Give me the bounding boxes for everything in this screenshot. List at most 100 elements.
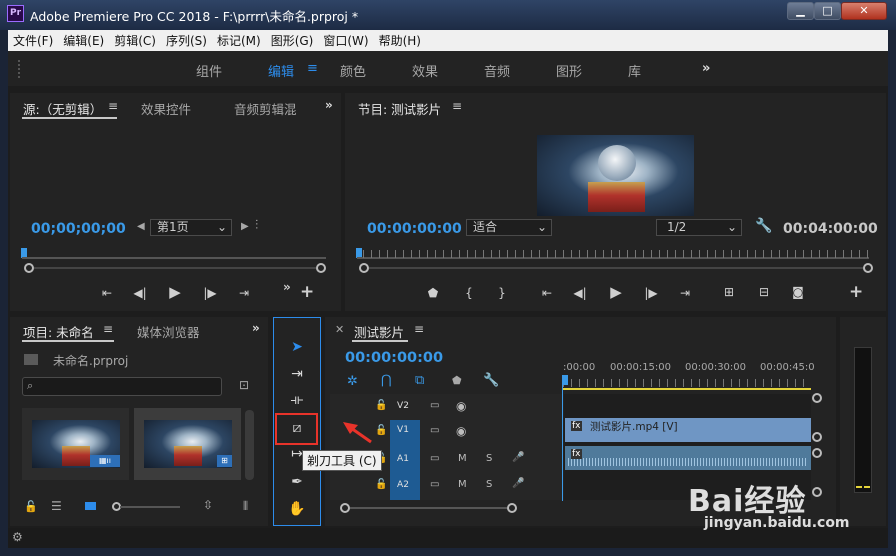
step-back-icon[interactable]: ◀| — [131, 286, 149, 300]
sync-lock-icon[interactable]: ▭ — [430, 425, 439, 436]
prev-page-icon[interactable]: ◀ — [137, 221, 145, 232]
work-area-bar[interactable] — [563, 388, 811, 390]
step-forward-icon[interactable]: |▶ — [642, 286, 660, 300]
go-to-in-icon[interactable]: ⇤ — [538, 286, 556, 300]
export-frame-icon[interactable]: ◙ — [789, 285, 807, 299]
workspace-tab-audio[interactable]: 音频 — [484, 61, 510, 80]
resolution-select[interactable]: 1/2 ⌄ — [656, 219, 742, 236]
mark-out-icon[interactable]: } — [495, 286, 509, 300]
track-label-a2[interactable]: A2 — [392, 475, 414, 495]
track-scroll-handle[interactable] — [812, 393, 822, 403]
eye-icon[interactable]: ◉ — [456, 424, 466, 438]
step-forward-icon[interactable]: |▶ — [201, 286, 219, 300]
ripple-edit-tool-icon[interactable]: ⟛ — [286, 390, 308, 410]
new-bin-icon[interactable]: ⊡ — [239, 378, 249, 392]
nest-icon[interactable]: ✲ — [347, 374, 358, 389]
microphone-icon[interactable]: 🎤 — [512, 452, 524, 463]
menu-window[interactable]: 窗口(W) — [323, 32, 368, 49]
close-button[interactable]: ✕ — [841, 2, 887, 20]
settings-icon[interactable]: ⫶ — [255, 218, 258, 233]
eye-icon[interactable]: ◉ — [456, 399, 466, 413]
next-page-icon[interactable]: ▶ — [241, 221, 249, 232]
workspace-tab-editing[interactable]: 编辑 — [268, 61, 294, 80]
minimize-button[interactable]: ▁ — [787, 2, 814, 20]
snap-icon[interactable]: ⋂ — [381, 373, 392, 388]
add-button-icon[interactable]: + — [849, 284, 863, 301]
lock-icon[interactable]: 🔓 — [24, 500, 38, 513]
workspace-menu-icon[interactable]: ≡ — [307, 61, 318, 76]
pen-tool-icon[interactable]: ✒ — [286, 472, 308, 492]
sort-icon[interactable]: ⇳ — [203, 498, 213, 512]
icon-view-icon[interactable] — [85, 502, 96, 510]
timeline-timecode[interactable]: 00:00:00:00 — [345, 350, 443, 366]
wrench-icon[interactable]: 🔧 — [483, 373, 499, 388]
menu-edit[interactable]: 编辑(E) — [63, 32, 104, 49]
workspace-tab-color[interactable]: 颜色 — [340, 61, 366, 80]
mute-button[interactable]: M — [458, 453, 467, 464]
add-button-icon[interactable]: + — [300, 284, 314, 301]
workspace-tab-effects[interactable]: 效果 — [412, 61, 438, 80]
workspace-tab-libraries[interactable]: 库 — [628, 61, 641, 80]
go-to-out-icon[interactable]: ⇥ — [676, 286, 694, 300]
panel-menu-icon[interactable]: ≡ — [103, 322, 113, 336]
selection-tool-icon[interactable]: ➤ — [286, 337, 308, 357]
program-timecode[interactable]: 00:00:00:00 — [367, 221, 462, 237]
track-label-a1[interactable]: A1 — [392, 449, 414, 469]
zoom-handle-right[interactable] — [863, 263, 873, 273]
scrollbar[interactable] — [245, 410, 254, 480]
zoom-bar[interactable] — [369, 267, 863, 269]
tab-source[interactable]: 源:（无剪辑） — [23, 99, 102, 118]
playhead-icon[interactable] — [562, 375, 568, 385]
close-tab-icon[interactable]: ✕ — [335, 323, 344, 336]
track-label-v2[interactable]: V2 — [392, 396, 414, 416]
add-marker-icon[interactable]: ⬟ — [425, 286, 441, 300]
lock-icon[interactable]: 🔓 — [375, 479, 387, 490]
zoom-bar[interactable] — [34, 267, 316, 269]
tab-audio-clip-mixer[interactable]: 音频剪辑混 — [234, 99, 297, 118]
panel-overflow-icon[interactable]: » — [252, 321, 260, 335]
mark-in-icon[interactable]: { — [462, 286, 476, 300]
workspace-tab-assembly[interactable]: 组件 — [196, 61, 222, 80]
page-select[interactable]: 第1页 ⌄ — [150, 219, 232, 236]
menu-sequence[interactable]: 序列(S) — [166, 32, 207, 49]
panel-menu-icon[interactable]: ≡ — [414, 322, 424, 336]
sync-lock-icon[interactable]: ▭ — [430, 400, 439, 411]
extract-icon[interactable]: ⊟ — [753, 285, 775, 299]
menu-help[interactable]: 帮助(H) — [379, 32, 421, 49]
program-title[interactable]: 节目: 测试影片 — [358, 99, 441, 118]
solo-button[interactable]: S — [486, 479, 492, 490]
zoom-handle-left[interactable] — [24, 263, 34, 273]
sync-lock-icon[interactable]: ▭ — [430, 453, 439, 464]
lock-icon[interactable]: 🔓 — [375, 425, 387, 436]
zoom-handle-left[interactable] — [340, 503, 350, 513]
zoom-handle-right[interactable] — [507, 503, 517, 513]
track-scroll-handle[interactable] — [812, 487, 822, 497]
play-icon[interactable]: ▶ — [166, 285, 184, 300]
add-marker-icon[interactable]: ⬟ — [452, 374, 462, 387]
media-item[interactable]: ▦ıı — [22, 408, 129, 480]
panel-menu-icon[interactable]: ≡ — [452, 99, 462, 113]
tab-sequence[interactable]: 测试影片 — [354, 322, 404, 341]
lift-icon[interactable]: ⊞ — [718, 285, 740, 299]
track-scroll-handle[interactable] — [812, 448, 822, 458]
workspace-tab-graphics[interactable]: 图形 — [556, 61, 582, 80]
go-to-in-icon[interactable]: ⇤ — [98, 286, 116, 300]
panel-menu-icon[interactable]: ≡ — [108, 99, 118, 113]
linked-selection-icon[interactable]: ⧉ — [415, 373, 424, 388]
mute-button[interactable]: M — [458, 479, 467, 490]
panel-options-icon[interactable]: ⫴ — [243, 499, 248, 514]
solo-button[interactable]: S — [486, 453, 492, 464]
track-select-tool-icon[interactable]: ⇥ — [286, 364, 308, 384]
timeline-zoom-bar[interactable] — [350, 507, 507, 509]
workspace-overflow-icon[interactable]: » — [702, 61, 710, 76]
lock-icon[interactable]: 🔓 — [375, 400, 387, 411]
menu-marker[interactable]: 标记(M) — [217, 32, 261, 49]
go-to-out-icon[interactable]: ⇥ — [235, 286, 253, 300]
menu-file[interactable]: 文件(F) — [13, 32, 53, 49]
search-input[interactable] — [22, 377, 222, 396]
source-timecode[interactable]: 00;00;00;00 — [31, 221, 126, 237]
sync-lock-icon[interactable]: ▭ — [430, 479, 439, 490]
list-view-icon[interactable]: ☰ — [51, 499, 62, 513]
media-item[interactable]: ⊞ — [134, 408, 241, 480]
zoom-slider[interactable] — [120, 506, 180, 508]
